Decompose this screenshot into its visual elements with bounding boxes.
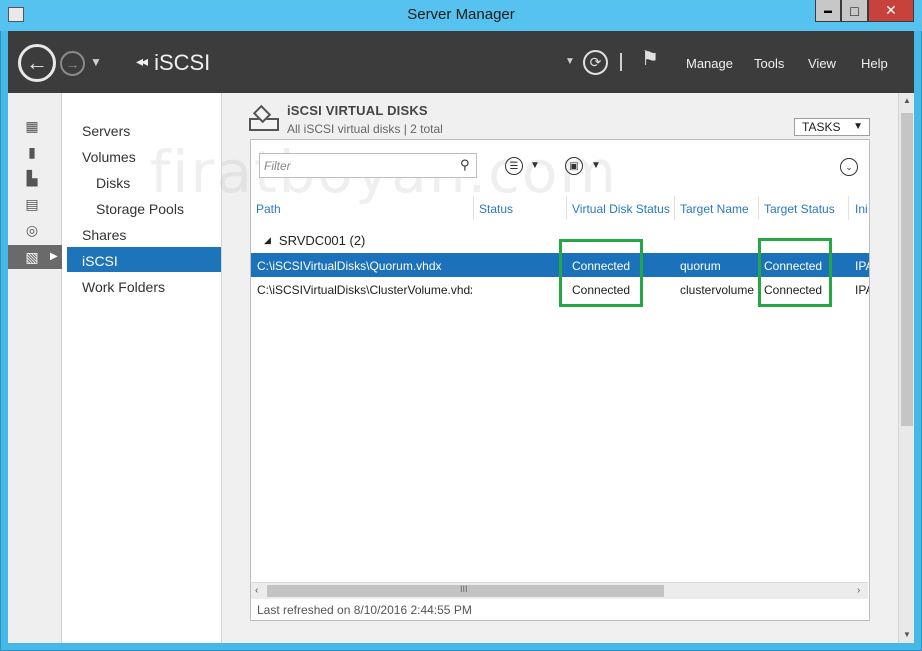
notifications-flag-icon[interactable]: ⚑ <box>641 46 659 71</box>
column-header-target-status[interactable]: Target Status <box>764 202 835 216</box>
tasks-label: TASKS <box>802 120 841 134</box>
window-title: Server Manager <box>407 6 515 23</box>
subnav-item-shares[interactable]: Shares <box>82 227 126 243</box>
cell-initiator: IPA <box>855 283 869 297</box>
column-header-status[interactable]: Status <box>479 202 513 216</box>
breadcrumb-current: iSCSI <box>154 50 211 75</box>
forward-button[interactable]: → <box>60 51 85 76</box>
panel-title: iSCSI VIRTUAL DISKS <box>287 103 428 118</box>
panel-subtitle: All iSCSI virtual disks | 2 total <box>287 122 443 136</box>
file-services-icon[interactable]: ▤ <box>23 196 41 212</box>
refresh-icon[interactable]: ⟳ <box>583 50 608 75</box>
history-dropdown-icon[interactable]: ▼ <box>90 55 102 69</box>
column-separator <box>473 196 474 220</box>
file-storage-icon[interactable]: ▧ <box>23 249 41 265</box>
vertical-scrollbar[interactable]: ▲ ▼ <box>898 93 914 643</box>
header-separator <box>620 53 622 71</box>
left-navigation: ▦ ▮ ▙ ▤ ◎ ▧ ▶ <box>8 93 62 643</box>
menu-help[interactable]: Help <box>861 56 888 71</box>
filter-placeholder: Filter <box>264 159 291 173</box>
column-separator <box>566 196 567 220</box>
scroll-up-arrow-icon[interactable]: ▲ <box>903 96 911 105</box>
list-options-chevron-icon[interactable]: ▼ <box>530 160 540 171</box>
all-servers-icon[interactable]: ▙ <box>23 170 41 186</box>
cell-target-name: quorum <box>680 259 721 273</box>
save-query-chevron-icon[interactable]: ▼ <box>591 160 601 171</box>
tasks-chevron-icon: ▼ <box>853 121 863 132</box>
menu-view[interactable]: View <box>808 56 836 71</box>
refresh-dropdown-icon[interactable]: ▼ <box>565 56 575 67</box>
cell-path: C:\iSCSIVirtualDisks\Quorum.vhdx <box>257 259 442 273</box>
column-separator <box>848 196 849 220</box>
back-button[interactable]: ← <box>18 44 56 82</box>
breadcrumb-arrows-icon[interactable]: ◂◂ <box>136 53 148 69</box>
subnav-item-storage-pools[interactable]: Storage Pools <box>96 201 184 217</box>
horizontal-scrollbar[interactable]: ‹ III › <box>251 582 868 599</box>
search-icon[interactable]: ⚲ <box>460 157 470 173</box>
horizontal-scroll-thumb[interactable]: III <box>267 584 664 597</box>
vertical-scroll-thumb[interactable] <box>901 113 913 426</box>
scroll-right-arrow-icon[interactable]: › <box>857 585 860 596</box>
dashboard-icon[interactable]: ▦ <box>23 118 41 134</box>
subnav-item-servers[interactable]: Servers <box>82 123 130 139</box>
scroll-left-arrow-icon[interactable]: ‹ <box>255 585 258 596</box>
menu-tools[interactable]: Tools <box>754 56 784 71</box>
iscsi-disk-icon <box>249 104 279 132</box>
menu-manage[interactable]: Manage <box>686 56 733 71</box>
maximize-button[interactable]: □ <box>841 0 868 22</box>
collapse-triangle-icon[interactable]: ◢ <box>264 235 271 245</box>
highlight-box-target-status <box>758 238 832 307</box>
column-header-path[interactable]: Path <box>256 202 281 216</box>
last-refreshed: Last refreshed on 8/10/2016 2:44:55 PM <box>257 603 472 617</box>
expand-arrow-icon[interactable]: ▶ <box>50 251 58 262</box>
subnav-item-work-folders[interactable]: Work Folders <box>82 279 165 295</box>
cell-path: C:\iSCSIVirtualDisks\ClusterVolume.vhdx <box>257 283 472 297</box>
scroll-down-arrow-icon[interactable]: ▼ <box>903 630 911 639</box>
subnav-item-volumes[interactable]: Volumes <box>82 149 136 165</box>
column-separator <box>758 196 759 220</box>
column-header-virtual-disk-status[interactable]: Virtual Disk Status <box>572 202 670 216</box>
sub-navigation: Servers Volumes Disks Storage Pools Shar… <box>62 93 222 643</box>
expand-collapse-icon[interactable]: ⌄ <box>840 158 858 176</box>
group-header[interactable]: ◢ SRVDC001 (2) <box>264 233 365 248</box>
filter-input[interactable]: Filter ⚲ <box>259 153 477 178</box>
column-separator <box>674 196 675 220</box>
group-label: SRVDC001 (2) <box>278 233 366 248</box>
save-query-icon[interactable]: ▣ <box>565 157 583 175</box>
highlight-box-vd-status <box>559 239 643 307</box>
close-button[interactable]: ✕ <box>868 0 914 22</box>
hyperv-icon[interactable]: ◎ <box>23 222 41 238</box>
column-header-initiator[interactable]: Ini <box>855 202 869 216</box>
subnav-item-iscsi[interactable]: iSCSI <box>82 253 118 269</box>
scroll-grip: III <box>460 584 468 594</box>
tasks-dropdown[interactable]: TASKS ▼ <box>794 118 870 136</box>
cell-initiator: IPA <box>855 259 869 273</box>
local-server-icon[interactable]: ▮ <box>23 144 41 160</box>
breadcrumb: ◂◂ iSCSI <box>136 50 210 76</box>
column-header-target-name[interactable]: Target Name <box>680 202 749 216</box>
minimize-button[interactable]: ▬ <box>815 0 841 22</box>
list-options-icon[interactable]: ☰ <box>505 157 523 175</box>
subnav-item-disks[interactable]: Disks <box>96 175 130 191</box>
cell-target-name: clustervolume <box>680 283 755 297</box>
